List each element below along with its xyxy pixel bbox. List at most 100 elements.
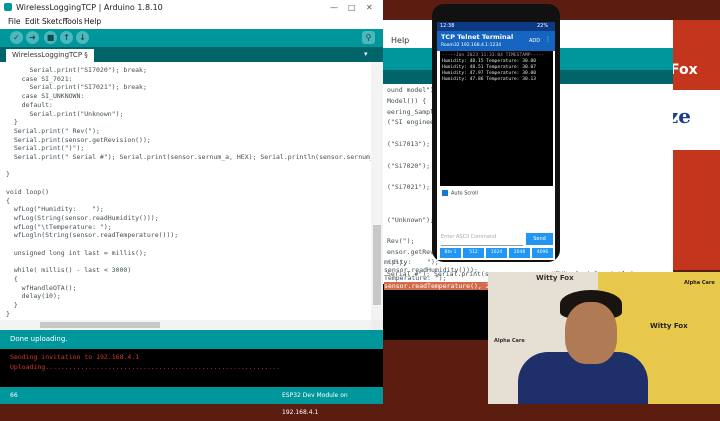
- code-line: Serial.print(" Rev(");: [6, 126, 100, 135]
- send-ascii-button[interactable]: Send ASCII: [526, 233, 553, 254]
- auto-scroll-checkbox[interactable]: Auto Scroll: [442, 190, 478, 197]
- phone-button-row: Btn 1 512 1024 2048 4096: [440, 248, 553, 258]
- code-line: }: [6, 300, 18, 309]
- arduino-ide-window: WirelessLoggingTCP | Arduino 1.8.10 — □ …: [0, 0, 383, 416]
- menu-tools[interactable]: Tools: [64, 17, 82, 26]
- phone-btn-4096[interactable]: 4096: [532, 248, 553, 258]
- line-number: 66: [10, 392, 18, 399]
- code-line: while( millis() - last < 3000): [6, 266, 132, 275]
- bg-overlay-line: sensor.readHumidity()));: [384, 266, 478, 274]
- bg-overlay-line: midity: ");: [384, 258, 439, 266]
- person-head: [565, 302, 617, 364]
- terminal-line: Humidity: 47.86 Temperature: 30.13: [442, 77, 537, 82]
- code-line: delay(10);: [6, 292, 61, 301]
- code-line: }: [6, 170, 10, 179]
- terminal-line: -----Jan 2023 11:33:04 TIMESTAMP-----: [442, 53, 545, 58]
- code-line: Serial.print("Unknown");: [6, 109, 124, 118]
- code-line: Serial.print(")");: [6, 144, 85, 153]
- footer-bar: 66 ESP32 Dev Module on 192.168.4.1: [0, 387, 383, 416]
- terminal-line: Humidity: 48.51 Temperature: 30.07: [442, 65, 537, 70]
- code-line: Serial.print("SI7021"); break;: [6, 83, 147, 92]
- window-title: WirelessLoggingTCP | Arduino 1.8.10: [16, 3, 163, 12]
- console-output: Sending invitation to 192.168.4.1 Upload…: [0, 349, 383, 387]
- code-line: wfLog("Humidity: ");: [6, 205, 104, 214]
- app-add-button[interactable]: ADD: [529, 38, 540, 44]
- code-line: Serial.print(sensor.getRevision());: [6, 135, 151, 144]
- webcam-witty-fox-label-2: Witty Fox: [650, 322, 688, 330]
- console-line: Uploading...............................…: [10, 363, 281, 371]
- upload-icon[interactable]: ➜: [26, 31, 39, 44]
- phone-status-bar: 12:38 22%: [437, 22, 555, 31]
- phone-time: 12:38: [440, 23, 455, 29]
- bg-code-line: ("Si7021");: [387, 183, 431, 192]
- maximize-icon[interactable]: □: [348, 0, 356, 15]
- code-line: }: [6, 309, 10, 318]
- menu-edit[interactable]: Edit: [25, 17, 40, 26]
- vertical-scroll-thumb[interactable]: [373, 225, 381, 305]
- bg-overlay-line: sensor.readTemperature(), 2));: [384, 282, 502, 290]
- serial-monitor-icon[interactable]: ⚲: [362, 31, 375, 44]
- code-line: {: [6, 274, 18, 283]
- code-line: void loop(): [6, 187, 50, 196]
- phone-btn-2048[interactable]: 2048: [509, 248, 530, 258]
- terminal-output: -----Jan 2023 11:33:04 TIMESTAMP----- Hu…: [440, 51, 553, 186]
- command-input[interactable]: Enter ASCII Command: [441, 234, 523, 246]
- save-icon[interactable]: ↓: [76, 31, 89, 44]
- auto-scroll-label: Auto Scroll: [451, 190, 478, 197]
- menu-bar: File Edit Sketch Tools Help: [0, 15, 383, 29]
- bg-overlay-line: Temperature: ");: [384, 274, 447, 282]
- arduino-app-icon: [4, 3, 12, 11]
- bg-code-line: ("Si7013");: [387, 140, 431, 148]
- webcam-alpha-care-label: Alpha Care: [494, 338, 525, 344]
- app-bar: TCP Telnet Terminal Room32 192.168.4.1:1…: [437, 31, 555, 51]
- code-line: case SI_7021:: [6, 74, 73, 83]
- open-icon[interactable]: ↑: [60, 31, 73, 44]
- code-line: {: [6, 196, 10, 205]
- new-icon[interactable]: ■: [44, 31, 57, 44]
- menu-file[interactable]: File: [8, 17, 21, 26]
- code-line: wfLogln(String(sensor.readTemperature())…: [6, 231, 179, 240]
- console-line: Sending invitation to 192.168.4.1: [10, 353, 140, 361]
- terminal-line: Humidity: 47.97 Temperature: 30.00: [442, 71, 537, 76]
- title-bar: WirelessLoggingTCP | Arduino 1.8.10 — □ …: [0, 0, 383, 15]
- bg-menu-help[interactable]: Help: [391, 36, 409, 45]
- board-info: ESP32 Dev Module on 192.168.4.1: [282, 392, 348, 416]
- phone-btn-512[interactable]: 512: [463, 248, 484, 258]
- webcam-alpha-care-label-2: Alpha Care: [684, 280, 715, 286]
- minimize-icon[interactable]: —: [330, 0, 338, 15]
- horizontal-scroll-thumb[interactable]: [40, 322, 160, 328]
- phone-battery: 22%: [537, 23, 549, 29]
- close-icon[interactable]: ✕: [366, 0, 373, 15]
- code-editor[interactable]: Serial.print("SI7020"); break; case SI_7…: [0, 62, 371, 320]
- code-line: case SI_UNKNOWN:: [6, 92, 85, 101]
- bg-code-line: Rev(");: [387, 237, 415, 246]
- phone-btn-1024[interactable]: 1024: [486, 248, 507, 258]
- code-line: wfLog(String(sensor.readHumidity()));: [6, 213, 159, 222]
- code-line: unsigned long int last = millis();: [6, 248, 147, 257]
- tab-menu-icon[interactable]: ▾: [364, 50, 374, 59]
- webcam-witty-fox-label: Witty Fox: [536, 274, 574, 282]
- bg-code-line: Model()) {: [387, 96, 427, 105]
- bg-code-line: ("Si7020");: [387, 161, 431, 170]
- app-subtitle: Room32 192.168.4.1:1234: [441, 43, 502, 48]
- code-line: default:: [6, 100, 53, 109]
- status-text: Done uploading.: [10, 335, 68, 343]
- toolbar: ✓ ➜ ■ ↑ ↓ ⚲: [0, 29, 383, 47]
- menu-help[interactable]: Help: [84, 17, 101, 26]
- code-line: }: [6, 118, 18, 127]
- terminal-line: Humidity: 48.15 Temperature: 30.00: [442, 59, 537, 64]
- phone-btn-1[interactable]: Btn 1: [440, 248, 461, 258]
- code-line: Serial.print("SI7020"); break;: [6, 66, 147, 74]
- more-icon[interactable]: ⋮: [545, 36, 551, 43]
- app-title: TCP Telnet Terminal: [441, 33, 514, 41]
- tab-bar: WirelessLoggingTCP § ▾: [0, 47, 383, 62]
- tab-wirelesslogging[interactable]: WirelessLoggingTCP §: [6, 49, 94, 62]
- bg-code-line: ound model");: [387, 86, 438, 94]
- code-line: wfLog("\tTemperature: ");: [6, 222, 112, 231]
- code-line: Serial.print(" Serial #"); Serial.print(…: [6, 153, 371, 161]
- checkbox-icon: [442, 190, 448, 196]
- webcam-feed: Witty Fox Alpha Care Witty Fox Alpha Car…: [488, 272, 720, 404]
- code-line: wfHandleOTA();: [6, 283, 77, 292]
- verify-icon[interactable]: ✓: [10, 31, 23, 44]
- status-bar: Done uploading.: [0, 330, 383, 349]
